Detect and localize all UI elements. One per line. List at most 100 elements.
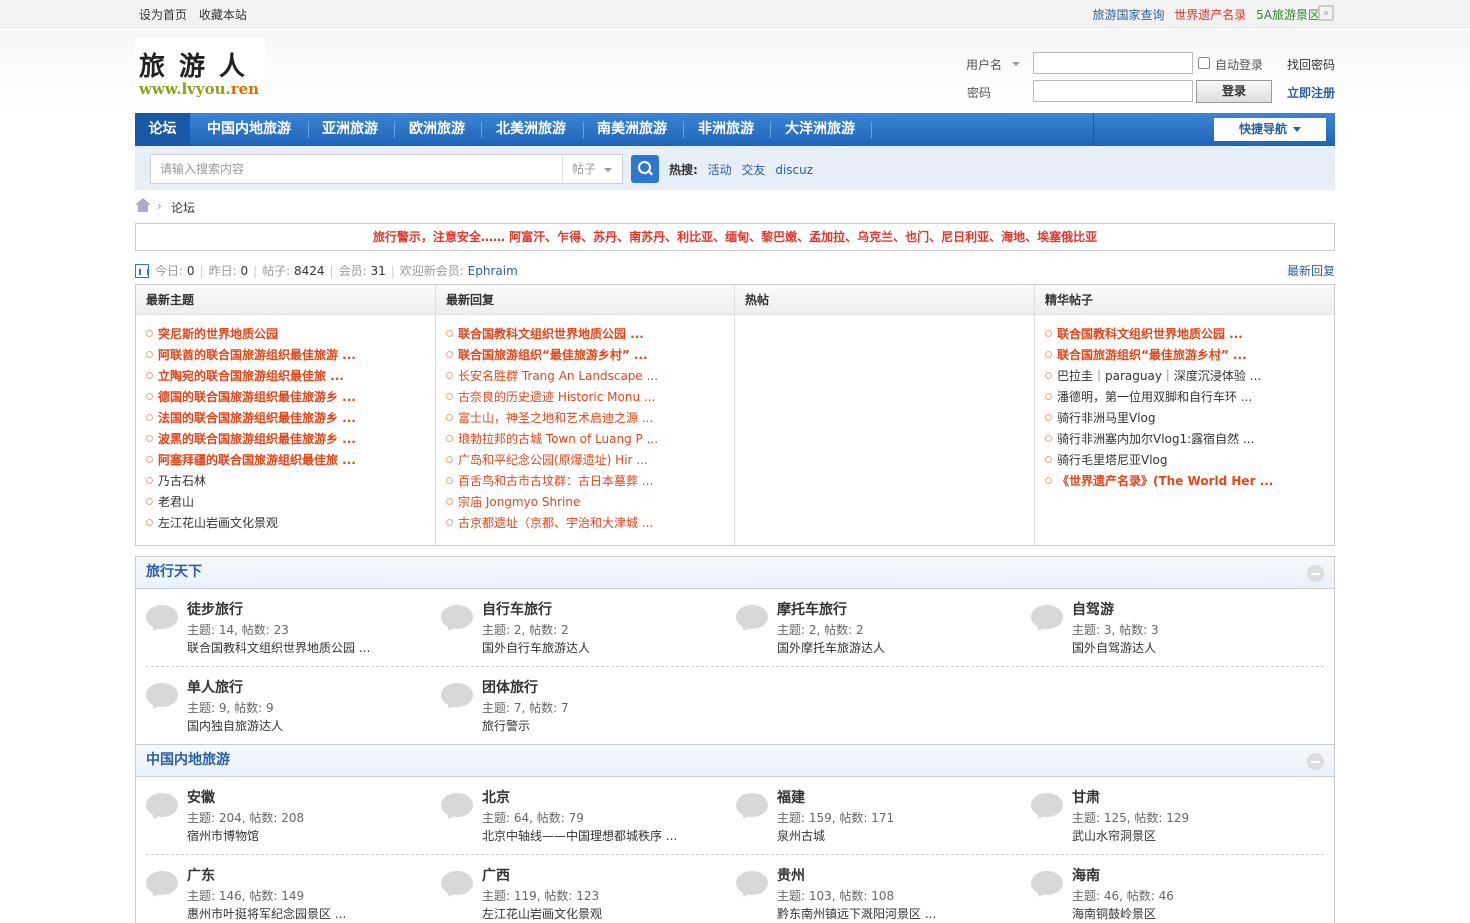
forum-name[interactable]: 海南 xyxy=(1072,865,1100,885)
notice-banner[interactable]: 旅行警示，注意安全…… 阿富汗、乍得、苏丹、南苏丹、利比亚、缅甸、黎巴嫩、孟加拉… xyxy=(135,223,1335,251)
post-link[interactable]: 百舌鸟和古市古坟群：古日本墓葬 ... xyxy=(436,471,734,492)
nav-south-america[interactable]: 南美洲旅游 xyxy=(597,113,667,146)
site-logo[interactable]: 旅游人 www.lvyou.ren xyxy=(135,38,265,100)
section-title[interactable]: 中国内地旅游 xyxy=(136,745,1334,777)
forum-name[interactable]: 广西 xyxy=(482,865,510,885)
forum-item[interactable]: 徒步旅行 主题: 14, 帖数: 23 联合国教科文组织世界地质公园 ... xyxy=(136,597,431,667)
quick-nav-button[interactable]: 快捷导航 xyxy=(1214,118,1326,141)
forum-name[interactable]: 单人旅行 xyxy=(187,677,243,697)
post-link[interactable]: 左江花山岩画文化景观 xyxy=(136,513,435,534)
password-input[interactable] xyxy=(1033,80,1193,102)
5a-scenic-link[interactable]: 5A旅游景区 xyxy=(1256,8,1320,22)
forum-last-post[interactable]: 联合国教科文组织世界地质公园 ... xyxy=(187,639,370,656)
bookmark-link[interactable]: 收藏本站 xyxy=(199,8,247,22)
forum-item[interactable]: 广西 主题: 119, 帖数: 123 左江花山岩画文化景观 xyxy=(431,863,726,923)
forum-item[interactable]: 贵州 主题: 103, 帖数: 108 黔东南州镇远下溉阳河景区 ... xyxy=(726,863,1021,923)
collapse-icon[interactable] xyxy=(1307,753,1324,770)
forum-name[interactable]: 广东 xyxy=(187,865,215,885)
forum-last-post[interactable]: 左江花山岩画文化景观 xyxy=(482,905,602,922)
forum-last-post[interactable]: 国外摩托车旅游达人 xyxy=(777,639,885,656)
forum-name[interactable]: 北京 xyxy=(482,787,510,807)
forum-name[interactable]: 福建 xyxy=(777,787,805,807)
forum-last-post[interactable]: 海南铜鼓岭景区 xyxy=(1072,905,1156,922)
post-link[interactable]: 古京都遗址（京都、宇治和大津城 ... xyxy=(436,513,734,534)
forum-last-post[interactable]: 黔东南州镇远下溉阳河景区 ... xyxy=(777,905,936,922)
forum-item[interactable]: 单人旅行 主题: 9, 帖数: 9 国内独自旅游达人 xyxy=(136,675,431,745)
post-link[interactable]: 骑行毛里塔尼亚Vlog xyxy=(1035,450,1334,471)
post-link[interactable]: 法国的联合国旅游组织最佳旅游乡 ... xyxy=(136,408,435,429)
country-query-link[interactable]: 旅游国家查询 xyxy=(1092,8,1164,22)
nav-europe[interactable]: 欧洲旅游 xyxy=(409,113,465,146)
forum-item[interactable]: 团体旅行 主题: 7, 帖数: 7 旅行警示 xyxy=(431,675,726,745)
forum-name[interactable]: 甘肃 xyxy=(1072,787,1100,807)
nav-china[interactable]: 中国内地旅游 xyxy=(207,113,291,146)
post-link[interactable]: 宗庙 Jongmyo Shrine xyxy=(436,492,734,513)
post-link[interactable]: 联合国教科文组织世界地质公园 ... xyxy=(436,324,734,345)
nav-north-america[interactable]: 北美洲旅游 xyxy=(496,113,566,146)
forum-item[interactable]: 摩托车旅行 主题: 2, 帖数: 2 国外摩托车旅游达人 xyxy=(726,597,1021,667)
forum-item[interactable]: 海南 主题: 46, 帖数: 46 海南铜鼓岭景区 xyxy=(1021,863,1316,923)
forum-last-post[interactable]: 国内独自旅游达人 xyxy=(187,717,283,734)
forum-name[interactable]: 安徽 xyxy=(187,787,215,807)
auto-login-checkbox[interactable] xyxy=(1198,57,1210,69)
forum-name[interactable]: 自驾游 xyxy=(1072,599,1114,619)
forum-last-post[interactable]: 武山水帘洞景区 xyxy=(1072,827,1156,844)
hot-search-link[interactable]: discuz xyxy=(775,163,813,177)
post-link[interactable]: 波黑的联合国旅游组织最佳旅游乡 ... xyxy=(136,429,435,450)
post-link[interactable]: 阿塞拜疆的联合国旅游组织最佳旅 ... xyxy=(136,450,435,471)
collapse-icon[interactable] xyxy=(1307,565,1324,582)
post-link[interactable]: 长安名胜群 Trang An Landscape ... xyxy=(436,366,734,387)
latest-replies-link[interactable]: 最新回复 xyxy=(1287,262,1335,279)
post-link[interactable]: 乃古石林 xyxy=(136,471,435,492)
search-input[interactable]: 请输入搜索内容 xyxy=(150,154,563,184)
post-link[interactable]: 突尼斯的世界地质公园 xyxy=(136,324,435,345)
forum-name[interactable]: 摩托车旅行 xyxy=(777,599,847,619)
forum-last-post[interactable]: 惠州市叶挺将军纪念园景区 ... xyxy=(187,905,346,922)
forum-item[interactable]: 甘肃 主题: 125, 帖数: 129 武山水帘洞景区 xyxy=(1021,785,1316,855)
forum-last-post[interactable]: 宿州市博物馆 xyxy=(187,827,259,844)
forum-last-post[interactable]: 国外自驾游达人 xyxy=(1072,639,1156,656)
home-icon[interactable] xyxy=(135,198,151,212)
forum-name[interactable]: 徒步旅行 xyxy=(187,599,243,619)
nav-africa[interactable]: 非洲旅游 xyxy=(698,113,754,146)
world-heritage-link[interactable]: 世界遗产名录 xyxy=(1174,8,1246,22)
forum-item[interactable]: 广东 主题: 146, 帖数: 149 惠州市叶挺将军纪念园景区 ... xyxy=(136,863,431,923)
section-title[interactable]: 旅行天下 xyxy=(136,557,1334,589)
post-link[interactable]: 骑行非洲马里Vlog xyxy=(1035,408,1334,429)
username-input[interactable] xyxy=(1033,52,1193,74)
post-link[interactable]: 联合国教科文组织世界地质公园 ... xyxy=(1035,324,1334,345)
post-link[interactable]: 古奈良的历史遗迹 Historic Monu ... xyxy=(436,387,734,408)
post-link[interactable]: 联合国旅游组织“最佳旅游乡村” ... xyxy=(1035,345,1334,366)
forum-item[interactable]: 北京 主题: 64, 帖数: 79 北京中轴线——中国理想都城秩序 ... xyxy=(431,785,726,855)
hot-search-link[interactable]: 交友 xyxy=(741,163,765,177)
post-link[interactable]: 《世界遗产名录》(The World Her ... xyxy=(1035,471,1334,492)
post-link[interactable]: 潘德明，第一位用双脚和自行车环 ... xyxy=(1035,387,1334,408)
post-link[interactable]: 琅勃拉邦的古城 Town of Luang P ... xyxy=(436,429,734,450)
forum-item[interactable]: 安徽 主题: 204, 帖数: 208 宿州市博物馆 xyxy=(136,785,431,855)
post-link[interactable]: 广岛和平纪念公园(原爆遗址) Hir ... xyxy=(436,450,734,471)
search-button[interactable] xyxy=(631,155,659,183)
fullscreen-icon[interactable] xyxy=(1318,5,1334,21)
post-link[interactable]: 富士山，神圣之地和艺术启迪之源 ... xyxy=(436,408,734,429)
register-link[interactable]: 立即注册 xyxy=(1287,84,1335,101)
forum-last-post[interactable]: 国外自行车旅游达人 xyxy=(482,639,590,656)
set-homepage-link[interactable]: 设为首页 xyxy=(139,8,187,22)
post-link[interactable]: 德国的联合国旅游组织最佳旅游乡 ... xyxy=(136,387,435,408)
forum-name[interactable]: 团体旅行 xyxy=(482,677,538,697)
new-member-link[interactable]: Ephraim xyxy=(468,264,518,278)
nav-oceania[interactable]: 大洋洲旅游 xyxy=(785,113,855,146)
post-link[interactable]: 巴拉圭｜paraguay｜深度沉浸体验 ... xyxy=(1035,366,1334,387)
post-link[interactable]: 老君山 xyxy=(136,492,435,513)
forum-item[interactable]: 自行车旅行 主题: 2, 帖数: 2 国外自行车旅游达人 xyxy=(431,597,726,667)
forum-name[interactable]: 自行车旅行 xyxy=(482,599,552,619)
forum-item[interactable]: 福建 主题: 159, 帖数: 171 泉州古城 xyxy=(726,785,1021,855)
find-password-link[interactable]: 找回密码 xyxy=(1287,56,1335,73)
breadcrumb-current[interactable]: 论坛 xyxy=(171,199,195,216)
forum-item[interactable]: 自驾游 主题: 3, 帖数: 3 国外自驾游达人 xyxy=(1021,597,1316,667)
post-link[interactable]: 阿联酋的联合国旅游组织最佳旅游 ... xyxy=(136,345,435,366)
search-type-select[interactable]: 帖子 xyxy=(562,154,623,184)
nav-forum[interactable]: 论坛 xyxy=(135,113,190,146)
login-button[interactable]: 登录 xyxy=(1196,80,1272,103)
forum-last-post[interactable]: 北京中轴线——中国理想都城秩序 ... xyxy=(482,827,677,844)
post-link[interactable]: 立陶宛的联合国旅游组织最佳旅 ... xyxy=(136,366,435,387)
